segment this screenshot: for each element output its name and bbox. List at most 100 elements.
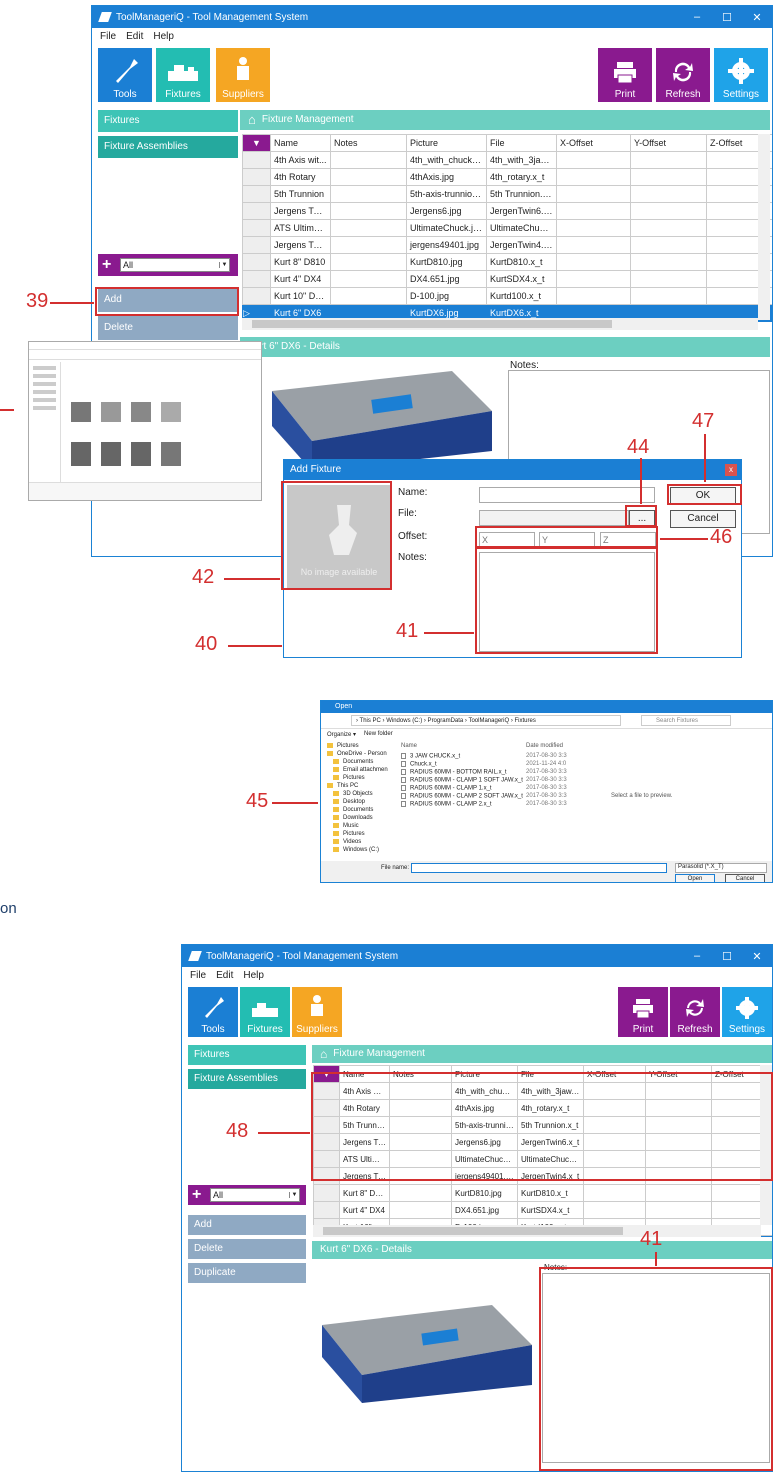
table-row[interactable]: 5th Trunnion 5th-axis-trunnion.j...5th Tr… xyxy=(242,185,772,203)
table-cell[interactable] xyxy=(330,185,407,203)
table-cell[interactable]: jergens49401.jpg xyxy=(406,236,487,254)
nav-item[interactable]: Videos xyxy=(333,839,397,847)
table-row[interactable]: Kurt 8" D810 KurtD810.jpg KurtD810.x_t xyxy=(313,1184,772,1202)
close-button[interactable]: ✕ xyxy=(742,11,772,24)
table-cell[interactable] xyxy=(330,219,407,237)
nav-item[interactable]: This PC xyxy=(327,783,397,791)
category-select[interactable]: All ▼ xyxy=(210,1188,300,1202)
nav-item[interactable]: Documents xyxy=(333,807,397,815)
col-y-offset[interactable]: Y-Offset xyxy=(630,134,707,152)
file-field[interactable] xyxy=(479,510,629,526)
sidebar-item-fixture-assemblies[interactable]: Fixture Assemblies xyxy=(98,136,238,158)
table-cell[interactable] xyxy=(630,168,707,186)
table-cell[interactable]: Kurt 8" D810 xyxy=(339,1184,390,1202)
plus-icon[interactable]: + xyxy=(192,1186,206,1204)
category-select[interactable]: All ▼ xyxy=(120,258,230,272)
table-row[interactable]: 4th Axis wit... 4th_with_chuck.j... 4th_wi… xyxy=(242,151,772,169)
table-cell[interactable]: KurtD810.x_t xyxy=(517,1184,584,1202)
table-cell[interactable]: Kurtd100.x_t xyxy=(486,287,557,305)
table-cell[interactable]: Kurt 4" DX4 xyxy=(339,1201,390,1219)
table-cell[interactable]: 4th_rotary.x_t xyxy=(486,168,557,186)
table-cell[interactable]: 5th Trunnion xyxy=(270,185,331,203)
col-notes[interactable]: Notes xyxy=(330,134,407,152)
refresh-button[interactable]: Refresh xyxy=(656,48,710,102)
table-cell[interactable]: UltimateChuck.jpg xyxy=(406,219,487,237)
col-x-offset[interactable]: X-Offset xyxy=(556,134,631,152)
home-icon[interactable]: ⌂ xyxy=(248,110,256,130)
table-cell[interactable] xyxy=(556,270,631,288)
name-field[interactable] xyxy=(479,487,655,503)
table-cell[interactable] xyxy=(630,253,707,271)
minimize-button[interactable]: – xyxy=(682,950,712,963)
table-cell[interactable] xyxy=(645,1201,712,1219)
table-cell[interactable] xyxy=(645,1184,712,1202)
row-header[interactable] xyxy=(313,1184,340,1202)
add-button[interactable]: Add xyxy=(188,1215,306,1235)
table-cell[interactable] xyxy=(556,219,631,237)
table-cell[interactable]: 5th-axis-trunnion.j... xyxy=(406,185,487,203)
table-cell[interactable] xyxy=(556,185,631,203)
grid-horizontal-scrollbar[interactable] xyxy=(242,318,758,330)
table-cell[interactable]: Kurt 10" D1... xyxy=(270,287,331,305)
table-cell[interactable] xyxy=(556,236,631,254)
tools-button[interactable]: Tools xyxy=(188,987,238,1037)
table-cell[interactable]: ATS Ultimat... xyxy=(270,219,331,237)
row-header[interactable] xyxy=(242,219,271,237)
nav-item[interactable]: Windows (C:) xyxy=(333,847,397,855)
menu-edit[interactable]: Edit xyxy=(126,31,143,43)
row-header[interactable] xyxy=(242,236,271,254)
table-cell[interactable] xyxy=(556,253,631,271)
table-cell[interactable]: Kurt 8" D810 xyxy=(270,253,331,271)
table-cell[interactable]: KurtD810.jpg xyxy=(406,253,487,271)
table-row[interactable]: Jergens Twi... jergens49401.jpg JergenTwin… xyxy=(242,236,772,254)
row-header[interactable] xyxy=(242,185,271,203)
list-item[interactable]: RADIUS 60MM - CLAMP 2.x_t 2017-08-30 3:3 xyxy=(401,801,571,809)
row-header[interactable] xyxy=(242,270,271,288)
table-cell[interactable]: KurtSDX4.x_t xyxy=(486,270,557,288)
table-cell[interactable] xyxy=(330,168,407,186)
table-row[interactable]: ATS Ultimat... UltimateChuck.jpg UltimateC… xyxy=(242,219,772,237)
col-name-header[interactable]: Name xyxy=(401,743,526,749)
table-cell[interactable]: 4th Axis wit... xyxy=(270,151,331,169)
nav-item[interactable]: Pictures xyxy=(333,831,397,839)
row-header[interactable] xyxy=(242,253,271,271)
table-cell[interactable]: 4thAxis.jpg xyxy=(406,168,487,186)
delete-button[interactable]: Delete xyxy=(98,316,238,340)
close-button[interactable]: ✕ xyxy=(742,950,772,963)
table-cell[interactable] xyxy=(630,202,707,220)
maximize-button[interactable]: ☐ xyxy=(712,950,742,963)
table-cell[interactable] xyxy=(630,151,707,169)
list-item[interactable]: 3 JAW CHUCK.x_t 2017-08-30 3:3 xyxy=(401,753,571,761)
table-cell[interactable]: 5th Trunnion.x_t xyxy=(486,185,557,203)
table-cell[interactable] xyxy=(630,185,707,203)
filter-icon[interactable]: ▼ xyxy=(242,134,271,152)
table-cell[interactable]: D-100.jpg xyxy=(406,287,487,305)
open-button[interactable]: Open xyxy=(675,874,715,882)
nav-item[interactable]: Downloads xyxy=(333,815,397,823)
table-cell[interactable]: KurtD810.x_t xyxy=(486,253,557,271)
menu-file[interactable]: File xyxy=(190,970,206,982)
table-cell[interactable] xyxy=(556,202,631,220)
table-cell[interactable]: DX4.651.jpg xyxy=(406,270,487,288)
table-row[interactable]: Jergens Twi... Jergens6.jpg JergenTwin6.x_… xyxy=(242,202,772,220)
table-cell[interactable]: Kurt 4" DX4 xyxy=(270,270,331,288)
menu-edit[interactable]: Edit xyxy=(216,970,233,982)
dialog-close-button[interactable]: x xyxy=(725,464,737,476)
table-cell[interactable] xyxy=(630,236,707,254)
menu-help[interactable]: Help xyxy=(153,31,174,43)
fixtures-button[interactable]: Fixtures xyxy=(240,987,290,1037)
fixtures-button[interactable]: Fixtures xyxy=(156,48,210,102)
refresh-button[interactable]: Refresh xyxy=(670,987,720,1037)
col-date-header[interactable]: Date modified xyxy=(526,743,563,749)
table-row[interactable]: 4th Rotary 4thAxis.jpg 4th_rotary.x_t xyxy=(242,168,772,186)
duplicate-button[interactable]: Duplicate xyxy=(188,1263,306,1283)
table-cell[interactable] xyxy=(630,287,707,305)
grid-vertical-scrollbar[interactable] xyxy=(758,134,770,320)
table-cell[interactable] xyxy=(389,1201,452,1219)
print-button[interactable]: Print xyxy=(618,987,668,1037)
sidebar-item-fixtures[interactable]: Fixtures xyxy=(188,1045,306,1065)
list-item[interactable]: RADIUS 60MM - CLAMP 2 SOFT JAW.x_t 2017-0… xyxy=(401,793,571,801)
table-cell[interactable] xyxy=(330,202,407,220)
table-row[interactable]: Kurt 4" DX4 DX4.651.jpg KurtSDX4.x_t xyxy=(242,270,772,288)
row-header[interactable] xyxy=(242,202,271,220)
